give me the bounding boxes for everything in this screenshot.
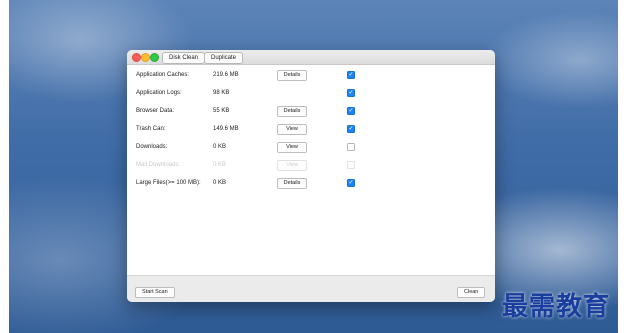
close-window-button[interactable] [132, 53, 141, 62]
details-button[interactable]: Details [277, 178, 307, 189]
item-label: Application Logs: [136, 90, 182, 96]
item-size: 219.6 MB [213, 72, 239, 78]
list-item-large-files: Large Files(>= 100 MB): 0 KB Details ✓ [127, 176, 495, 190]
item-checkbox[interactable]: ✓ [347, 71, 355, 79]
view-button[interactable]: View [277, 142, 307, 153]
list-item-browser-data: Browser Data: 55 KB Details ✓ [127, 104, 495, 118]
tab-disk-clean[interactable]: Disk Clean [162, 52, 206, 64]
watermark-text: 最需教育 [502, 292, 611, 322]
item-checkbox[interactable] [347, 143, 355, 151]
item-size: 0 KB [213, 180, 227, 186]
item-size: 0 KB [213, 162, 227, 168]
details-button[interactable]: Details [277, 70, 307, 81]
item-label: Browser Data: [136, 108, 175, 114]
title-bar: Disk Clean Duplicate [127, 50, 495, 65]
item-checkbox[interactable]: ✓ [347, 89, 355, 97]
minimize-window-button[interactable] [141, 53, 150, 62]
image-border-right [618, 0, 627, 333]
item-checkbox[interactable]: ✓ [347, 125, 355, 133]
zoom-window-button[interactable] [150, 53, 159, 62]
item-label: Application Caches: [136, 72, 190, 78]
list-item-application-caches: Application Caches: 219.6 MB Details ✓ [127, 68, 495, 82]
item-label: Downloads: [136, 144, 168, 150]
item-checkbox[interactable]: ✓ [347, 179, 355, 187]
item-checkbox [347, 161, 355, 169]
item-label: Mail Downloads: [136, 162, 181, 168]
view-button[interactable]: View [277, 124, 307, 135]
app-window: Disk Clean Duplicate Application Caches:… [127, 50, 495, 302]
view-button: View [277, 160, 307, 171]
list-item-application-logs: Application Logs: 98 KB ✓ [127, 86, 495, 100]
list-item-trash-can: Trash Can: 149.6 MB View ✓ [127, 122, 495, 136]
item-size: 98 KB [213, 90, 230, 96]
start-scan-button[interactable]: Start Scan [135, 287, 175, 298]
list-item-downloads: Downloads: 0 KB View [127, 140, 495, 154]
bottom-toolbar: Start Scan Clean [127, 275, 495, 302]
list-item-mail-downloads: Mail Downloads: 0 KB View [127, 158, 495, 172]
clean-button[interactable]: Clean [457, 287, 486, 298]
item-label: Trash Can: [136, 126, 166, 132]
item-size: 55 KB [213, 108, 230, 114]
scan-results-list: Application Caches: 219.6 MB Details ✓ A… [127, 65, 495, 275]
item-label: Large Files(>= 100 MB): [136, 180, 201, 186]
item-size: 0 KB [213, 144, 227, 150]
item-checkbox[interactable]: ✓ [347, 107, 355, 115]
details-button[interactable]: Details [277, 106, 307, 117]
tab-duplicate[interactable]: Duplicate [204, 52, 244, 64]
image-border-left [0, 0, 9, 333]
item-size: 149.6 MB [213, 126, 239, 132]
